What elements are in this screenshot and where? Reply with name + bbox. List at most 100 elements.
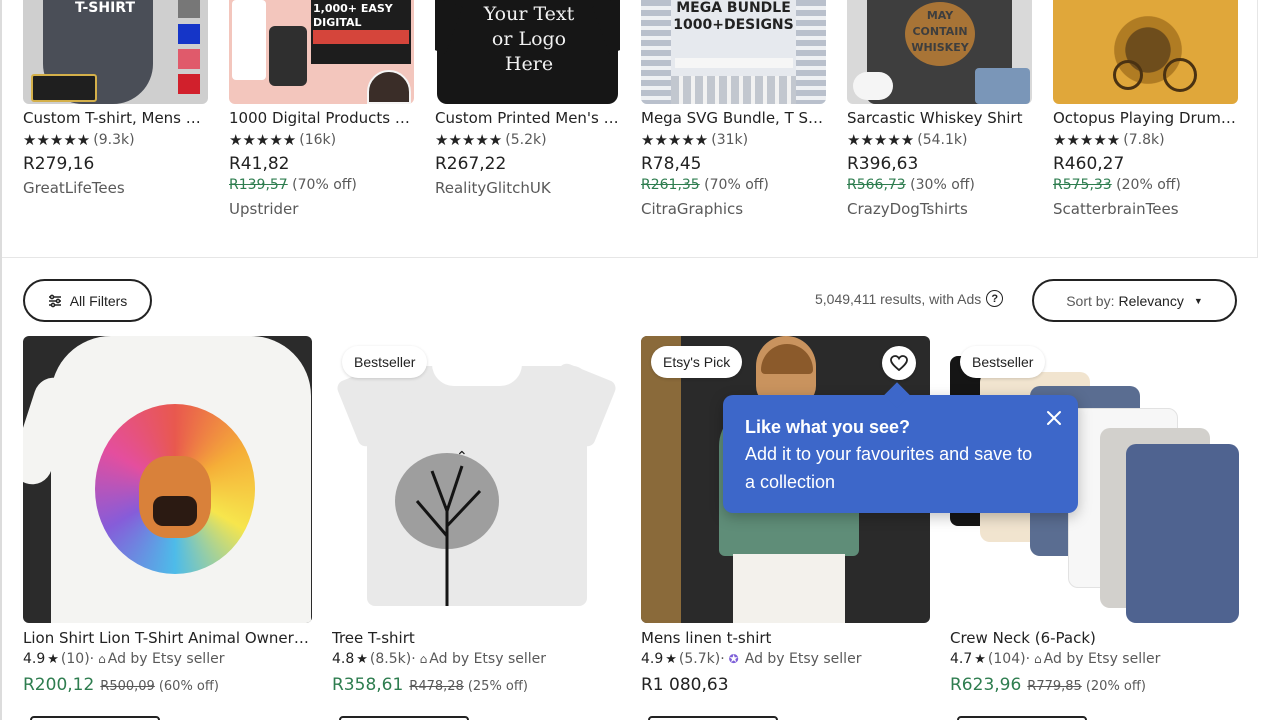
discount-percent: (60% off) [158, 679, 219, 694]
results-text: 5,049,411 results, with Ads [815, 290, 982, 307]
rating-row: ★★★★★ (16k) [229, 131, 414, 149]
listing-card[interactable]: Etsy's Pick Mens linen t-shirt 4.9 ★ (5.7k… [641, 336, 930, 695]
listing-image[interactable]: Your Text or Logo Here [435, 0, 620, 104]
add-to-cart-button[interactable] [648, 716, 778, 720]
ad-label: Ad by Etsy seller [107, 651, 225, 667]
separator: · [1025, 651, 1031, 667]
all-filters-label: All Filters [69, 292, 128, 309]
discount-row: R575,33 (20% off) [1053, 177, 1238, 195]
discount-percent: (25% off) [467, 679, 528, 694]
sort-value: Relevancy [1118, 292, 1184, 309]
rating-row: ★★★★★ (9.3k) [23, 131, 208, 149]
top-listing-card[interactable]: MAY CONTAIN WHISKEY Sarcastic Whiskey Sh… [847, 0, 1032, 218]
listing-image[interactable]: MAY CONTAIN WHISKEY [847, 0, 1032, 104]
rating-row: ★★★★★ (7.8k) [1053, 131, 1238, 149]
close-icon[interactable] [1044, 408, 1064, 428]
discount-row: R261,35 (70% off) [641, 177, 826, 195]
bestseller-badge: Bestseller [342, 346, 428, 378]
listing-image[interactable] [1053, 0, 1238, 104]
shop-name[interactable]: CrazyDogTshirts [847, 200, 1032, 218]
top-listing-card[interactable]: Octopus Playing Drums Shirt ★★★★★(7.8k) … [1053, 0, 1238, 218]
listing-card[interactable]: ⌃ Bestseller Tree T-shirt 4.8 ★ (8.5k) · ⌂… [332, 336, 621, 695]
listing-title[interactable]: Sarcastic Whiskey Shirt [847, 109, 1032, 127]
sliders-icon [48, 294, 62, 308]
listing-image[interactable]: MEGA BUNDLE 1000+DESIGNS [641, 0, 826, 104]
listing-title[interactable]: Lion Shirt Lion T-Shirt Animal Owner Gif… [23, 629, 312, 647]
star-icon: ★ [356, 651, 368, 667]
top-listing-card[interactable]: T-SHIRT Custom T-shirt, Mens Women Custo… [23, 0, 208, 197]
sort-label: Sort by: [1066, 292, 1115, 309]
top-listing-card[interactable]: MEGA BUNDLE 1000+DESIGNS Mega SVG Bundle… [641, 0, 826, 218]
discount-percent: (20% off) [1085, 679, 1146, 694]
thumb-caption: MEGA BUNDLE 1000+DESIGNS [673, 0, 794, 33]
review-count: (10) [60, 651, 90, 667]
all-filters-button[interactable]: All Filters [23, 279, 152, 322]
review-count: (104) [987, 651, 1026, 667]
star-icon: ★ [974, 651, 986, 667]
rating-row: 4.7 ★ (104) · ⌂ Ad by Etsy seller [950, 651, 1239, 667]
listing-image[interactable] [23, 336, 312, 623]
shop-icon: ⌂ [1034, 652, 1042, 666]
discount-percent: (20% off) [1116, 177, 1181, 193]
rating-value: 4.9 [23, 651, 46, 667]
page-left-edge [0, 0, 2, 720]
listing-title[interactable]: Custom Printed Men's T-shirt [435, 109, 620, 127]
results-count: 5,049,411 results, with Ads ? [815, 290, 1004, 307]
listing-image[interactable]: 1,000+ EASY DIGITAL PRODUCTS [229, 0, 414, 104]
top-listing-card[interactable]: 1,000+ EASY DIGITAL PRODUCTS 1000 Digita… [229, 0, 414, 218]
add-to-cart-button[interactable] [957, 716, 1087, 720]
listing-title[interactable]: Custom T-shirt, Mens Women Custom Shirts [23, 109, 208, 127]
etsys-pick-badge: Etsy's Pick [651, 346, 743, 378]
original-price: R139,57 [229, 177, 288, 193]
original-price: R261,35 [641, 177, 700, 193]
shop-name[interactable]: RealityGlitchUK [435, 179, 620, 197]
star-rating-icon: ★★★★★ [641, 131, 709, 149]
add-to-cart-button[interactable] [30, 716, 160, 720]
listing-card[interactable]: Lion Shirt Lion T-Shirt Animal Owner Gif… [23, 336, 312, 695]
rating-value: 4.9 [641, 651, 664, 667]
thumb-caption: MAY CONTAIN WHISKEY [911, 9, 969, 54]
star-icon: ★ [47, 651, 59, 667]
discount-row: R139,57 (70% off) [229, 177, 414, 195]
rating-value: 4.8 [332, 651, 355, 667]
shop-name[interactable]: CitraGraphics [641, 200, 826, 218]
price-row: R200,12 R500,09 (60% off) [23, 675, 312, 695]
tooltip-body: Add it to your favourites and save to a … [745, 444, 1033, 492]
shop-name[interactable]: GreatLifeTees [23, 179, 208, 197]
listing-title[interactable]: Mega SVG Bundle, T Shirt Designs [641, 109, 826, 127]
rating-row: ★★★★★ (31k) [641, 131, 826, 149]
sort-dropdown[interactable]: Sort by: Relevancy ▼ [1032, 279, 1237, 322]
star-icon: ★ [665, 651, 677, 667]
listing-title[interactable]: 1000 Digital Products to Sell [229, 109, 414, 127]
help-icon[interactable]: ? [986, 290, 1004, 307]
listing-image[interactable]: ⌃ [332, 336, 621, 623]
top-listing-card[interactable]: Your Text or Logo Here Custom Printed Me… [435, 0, 620, 197]
listing-price: R41,82 [229, 154, 290, 174]
etsy-pick-icon: ✪ [728, 652, 739, 666]
favorite-button[interactable] [882, 346, 916, 380]
review-count: (54.1k) [917, 132, 968, 148]
listing-title[interactable]: Crew Neck (6-Pack) [950, 629, 1239, 647]
sale-price: R200,12 [23, 675, 95, 695]
listing-price: R1 080,63 [641, 675, 729, 695]
rating-row: 4.9 ★ (10) · ⌂ Ad by Etsy seller [23, 651, 312, 667]
tooltip-title: Like what you see? [745, 417, 911, 437]
rating-row: 4.8 ★ (8.5k) · ⌂ Ad by Etsy seller [332, 651, 621, 667]
ad-label: Ad by Etsy seller [744, 651, 862, 667]
separator: · [89, 651, 95, 667]
listing-title[interactable]: Octopus Playing Drums Shirt [1053, 109, 1238, 127]
discount-row: R566,73 (30% off) [847, 177, 1032, 195]
listing-card[interactable]: Bestseller Crew Neck (6-Pack) 4.7 ★ (104) … [950, 336, 1239, 695]
original-price: R478,28 [409, 679, 464, 694]
carousel-right-edge [1257, 0, 1258, 258]
shop-name[interactable]: Upstrider [229, 200, 414, 218]
rating-row: ★★★★★ (54.1k) [847, 131, 1032, 149]
sale-price: R358,61 [332, 675, 404, 695]
review-count: (5.7k) [678, 651, 721, 667]
shop-name[interactable]: ScatterbrainTees [1053, 200, 1238, 218]
listing-image[interactable]: T-SHIRT [23, 0, 208, 104]
listing-title[interactable]: Tree T-shirt [332, 629, 621, 647]
price-row: R1 080,63 [641, 675, 930, 695]
listing-title[interactable]: Mens linen t-shirt [641, 629, 930, 647]
add-to-cart-button[interactable] [339, 716, 469, 720]
